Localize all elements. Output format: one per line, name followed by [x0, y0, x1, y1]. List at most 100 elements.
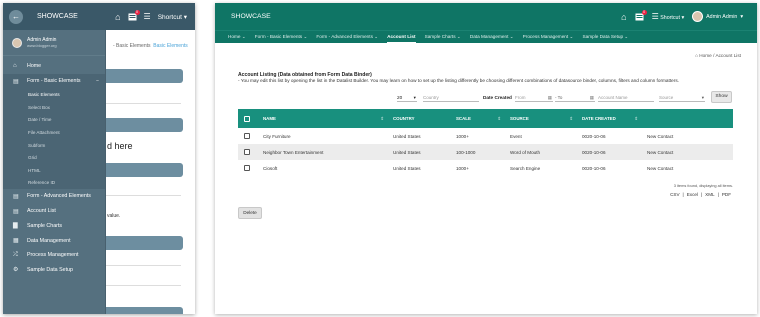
drawer-subitem[interactable]: Select Box — [3, 100, 106, 114]
form-icon: ▤ — [13, 193, 19, 200]
items-found-text: 3 items found, displaying all items. — [673, 183, 733, 188]
inbox-icon[interactable]: 0 — [635, 9, 647, 21]
drawer-user[interactable]: Admin Admin www.blogger.org — [3, 30, 106, 56]
new-contact-link[interactable]: New Contact — [644, 144, 733, 160]
mobile-section-bar — [103, 163, 183, 177]
export-pdf-link[interactable]: PDF — [722, 192, 731, 197]
table-row[interactable]: Ciosoft United States 1000+ Search Engine 00… — [238, 160, 733, 176]
list-description: - You may edit this list by opening the … — [238, 78, 679, 83]
drawer-item-sample-charts[interactable]: ▇ Sample Charts — [3, 219, 106, 234]
menu-item-form-advanced-elements[interactable]: Form - Advanced Elements ⌄ — [316, 34, 378, 43]
export-csv-link[interactable]: CSV — [670, 192, 679, 197]
sort-icon: ⇕ — [380, 116, 384, 121]
home-icon[interactable]: ⌂ — [115, 12, 120, 22]
menu-item-form-basic-elements[interactable]: Form - Basic Elements ⌄ — [255, 34, 308, 43]
drawer-item-form-basic-elements[interactable]: ▤ Form - Basic Elements − — [3, 73, 106, 89]
inbox-icon[interactable]: 0 — [128, 9, 140, 21]
drawer-subitem[interactable]: Date / Time — [3, 113, 106, 127]
app-title[interactable]: SHOWCASE — [231, 13, 271, 20]
show-button[interactable]: Show — [711, 91, 732, 103]
drawer-item-sample-data-setup[interactable]: ⚙ Sample Data Setup — [3, 263, 106, 278]
export-xml-link[interactable]: XML — [705, 192, 714, 197]
mobile-header: ← SHOWCASE ⌂ 0 ☰ Shortcut ▾ — [3, 3, 195, 30]
delete-button[interactable]: Delete — [238, 207, 262, 219]
calendar-icon[interactable]: ▦ — [590, 93, 594, 102]
col-header-country[interactable]: COUNTRY — [390, 109, 453, 128]
mobile-nav-drawer: Admin Admin www.blogger.org ⌂ Home ▤ Form -… — [3, 30, 106, 314]
menu-item-account-list[interactable]: Account List — [387, 34, 416, 43]
table-row[interactable]: Neighbor Town Entertainment United States… — [238, 144, 733, 160]
calendar-icon[interactable]: ▦ — [548, 93, 552, 102]
sort-icon: ⇕ — [634, 116, 638, 121]
breadcrumb-current: Account List — [715, 53, 741, 58]
breadcrumb: ⌂ Home / Account List — [695, 53, 741, 58]
chevron-down-icon: ⌄ — [568, 34, 574, 39]
collapse-icon[interactable]: − — [96, 78, 99, 84]
col-header-scale[interactable]: SCALE ⇕ — [453, 109, 507, 128]
source-filter-select[interactable]: Source ▾ — [659, 93, 705, 102]
row-checkbox[interactable] — [244, 149, 250, 155]
menu-item-home[interactable]: Home ⌄ — [228, 34, 246, 43]
breadcrumb-home[interactable]: Home — [699, 53, 712, 58]
col-header-source[interactable]: SOURCE ⇕ — [507, 109, 579, 128]
drawer-item-account-list[interactable]: ▤ Account List — [3, 204, 106, 219]
cell-source: Word of Mouth — [510, 149, 541, 155]
drawer-subitem[interactable]: Basic Elements — [3, 88, 106, 101]
shortcut-menu[interactable]: Shortcut ▾ — [158, 13, 187, 21]
drawer-item-process-management[interactable]: ⤮ Process Management — [3, 248, 106, 263]
row-select-cell — [238, 144, 260, 160]
drawer-subitem[interactable]: Reference ID — [3, 176, 106, 190]
chevron-down-icon: ⌄ — [455, 34, 461, 39]
date-created-label: Date Created — [483, 95, 512, 100]
account-name-filter-input[interactable]: Account Name — [598, 93, 654, 102]
country-filter-input[interactable]: Country — [423, 93, 479, 102]
page-size-value: 20 — [397, 95, 403, 100]
page-size-select[interactable]: 20 ▾ — [397, 93, 417, 102]
user-menu[interactable]: Admin Admin ▾ — [692, 11, 743, 22]
menu-item-sample-data-setup[interactable]: Sample Data Setup ⌄ — [582, 34, 628, 43]
drawer-item-label: Data Management — [27, 237, 71, 244]
back-arrow-icon[interactable]: ← — [9, 9, 23, 24]
drawer-item-home[interactable]: ⌂ Home — [3, 59, 106, 74]
table-row[interactable]: City Furniture United States 1000+ Event 002… — [238, 128, 733, 144]
export-excel-link[interactable]: Excel — [687, 192, 698, 197]
menu-item-data-management[interactable]: Data Management ⌄ — [470, 34, 514, 43]
home-icon: ⌂ — [13, 63, 17, 70]
cell-country: United States — [393, 165, 421, 171]
row-checkbox[interactable] — [244, 133, 250, 139]
col-header-date-created[interactable]: DATE CREATED ⇕ — [579, 109, 644, 128]
shortcut-menu[interactable]: ☰ Shortcut ▾ — [652, 12, 685, 21]
account-table: NAME ⇕ COUNTRY SCALE ⇕ SOURCE ⇕ DATE CREATE… — [238, 109, 733, 176]
export-separator: | — [700, 192, 703, 197]
list-grid-icon: ☰ — [651, 12, 659, 21]
drawer-subitem[interactable]: Subform — [3, 138, 106, 152]
col-header-name[interactable]: NAME ⇕ — [260, 109, 390, 128]
col-header-action — [644, 109, 733, 128]
chevron-down-icon: ⌄ — [508, 34, 514, 39]
mobile-section-bar — [103, 118, 183, 132]
caret-down-icon: ▾ — [413, 95, 416, 100]
drawer-subitem[interactable]: Grid — [3, 151, 106, 164]
drawer-subitem[interactable]: File Attachment — [3, 126, 106, 139]
shortcut-label: Shortcut — [157, 13, 182, 21]
gears-icon: ⚙ — [13, 267, 19, 274]
select-all-checkbox[interactable] — [244, 115, 250, 122]
drawer-subitem[interactable]: HTML — [3, 163, 106, 177]
user-email: www.blogger.org — [27, 43, 57, 48]
drawer-item-label: Home — [27, 63, 42, 70]
drawer-item-data-management[interactable]: ▦ Data Management — [3, 233, 106, 248]
menu-item-sample-charts[interactable]: Sample Charts ⌄ — [425, 34, 461, 43]
row-checkbox[interactable] — [244, 165, 250, 171]
menu-item-process-management[interactable]: Process Management ⌄ — [523, 34, 574, 43]
date-to-input[interactable]: - To ▦ — [555, 93, 595, 102]
avatar — [692, 11, 704, 22]
drawer-item-form-advanced-elements[interactable]: ▤ Form - Advanced Elements — [3, 189, 106, 204]
new-contact-link[interactable]: New Contact — [644, 160, 733, 176]
home-icon[interactable]: ⌂ — [621, 12, 626, 22]
cell-date: 0020-10-06 — [582, 165, 606, 171]
row-select-cell — [238, 128, 260, 144]
list-grid-icon[interactable]: ☰ — [144, 12, 151, 21]
date-from-input[interactable]: From ▦ — [515, 93, 553, 102]
new-contact-link[interactable]: New Contact — [644, 128, 733, 144]
sort-icon: ⇕ — [497, 116, 501, 121]
